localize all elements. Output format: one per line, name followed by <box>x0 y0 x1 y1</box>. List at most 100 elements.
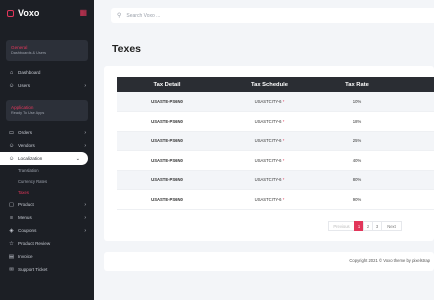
tax-detail-cell: USASTE-PS6N0 <box>117 92 217 112</box>
chevron-down-icon: ⌄ <box>75 155 80 162</box>
sidebar-item-localization[interactable]: ☺ Localization ⌄ <box>0 152 88 165</box>
section-application: Application Ready To Use Apps <box>6 100 88 121</box>
section-application-subtitle: Ready To Use Apps <box>11 111 45 115</box>
sidebar-item-product-review[interactable]: ☆ Product Review <box>0 237 94 250</box>
sidebar-item-label: Users <box>18 83 30 88</box>
tax-schedule-cell: USASTCITY-6 * <box>217 111 322 132</box>
tax-schedule-value: USASTCITY-6 <box>254 138 282 144</box>
vendor-icon: ☺ <box>8 142 15 149</box>
chevron-right-icon: › <box>84 129 86 136</box>
sidebar-item-users[interactable]: ☺ Users › <box>0 79 94 92</box>
required-mark: * <box>282 118 285 124</box>
sidebar-item-coupons[interactable]: ◈ Coupons › <box>0 224 94 237</box>
spacer-cell <box>392 131 434 151</box>
sidebar-item-label: Vendors <box>18 143 35 148</box>
required-mark: * <box>282 138 285 144</box>
tax-rate-cell: 10% <box>322 92 392 112</box>
sidebar-item-support-ticket[interactable]: ✉ Support Ticket <box>0 263 94 276</box>
spacer-cell <box>392 92 434 112</box>
brand-name: Voxo <box>18 8 40 18</box>
table-row[interactable]: USASTE-PS6N0 USASTCITY-6 * 40% <box>117 150 434 171</box>
chevron-right-icon: › <box>84 201 86 208</box>
sidebar-item-menus[interactable]: ≡ Menus › <box>0 211 94 224</box>
footer: Copyright 2021 © Voxo theme by pixelstra… <box>104 252 434 271</box>
taxes-card: Tax Detail Tax Schedule Tax Rate USASTE-… <box>104 66 434 241</box>
table-row[interactable]: USASTE-PS6N0 USASTCITY-6 * 25% <box>117 131 434 151</box>
tax-schedule-cell: USASTCITY-6 * <box>217 92 322 112</box>
table-row[interactable]: USASTE-PS6N0 USASTCITY-6 * 18% <box>117 111 434 132</box>
tax-detail-cell: USASTE-PS6N0 <box>117 170 217 190</box>
sidebar-subitem-taxes[interactable]: Taxes <box>0 187 94 198</box>
footer-copyright: Copyright 2021 © Voxo theme by pixelstra… <box>349 258 430 263</box>
section-general-subtitle: Dashboards & Users <box>11 51 47 55</box>
sidebar-item-label: Product Review <box>18 241 51 246</box>
column-header-tax-rate: Tax Rate <box>345 81 369 88</box>
tax-schedule-cell: USASTCITY-6 * <box>217 150 322 171</box>
sidebar-item-invoice[interactable]: ▤ Invoice <box>0 250 94 263</box>
invoice-icon: ▤ <box>8 253 15 260</box>
required-mark: * <box>282 157 285 163</box>
sidebar-item-vendors[interactable]: ☺ Vendors › <box>0 139 94 152</box>
chevron-right-icon: › <box>84 142 86 149</box>
clipboard-icon: ▭ <box>8 129 15 136</box>
tax-rate-cell: 40% <box>322 150 392 171</box>
tax-schedule-value: USASTCITY-6 <box>254 99 282 104</box>
tax-schedule-value: USASTCITY-6 <box>254 118 282 124</box>
table-row[interactable]: USASTE-PS6N0 USASTCITY-6 * 90% <box>117 189 434 210</box>
column-header-tax-detail: Tax Detail <box>153 81 181 88</box>
search-input[interactable] <box>126 12 327 19</box>
sidebar-item-label: Invoice <box>18 254 33 259</box>
tax-rate-cell: 90% <box>322 189 392 210</box>
tax-schedule-value: USASTCITY-6 <box>254 157 282 163</box>
sidebar-item-dashboard[interactable]: ⌂ Dashboard <box>0 66 94 79</box>
required-mark: * <box>282 99 285 104</box>
sidebar-item-label: Support Ticket <box>18 267 48 272</box>
sidebar: Voxo ▦ General Dashboards & Users ⌂ Dashb… <box>0 0 94 300</box>
sidebar-item-orders[interactable]: ▭ Orders › <box>0 126 94 139</box>
sidebar-item-label: Menus <box>18 215 32 220</box>
table-row[interactable]: USASTE-PS6N0 USASTCITY-6 * 10% <box>117 92 434 112</box>
section-general: General Dashboards & Users <box>6 40 88 61</box>
star-icon: ☆ <box>9 240 14 247</box>
sidebar-item-label: Dashboard <box>18 70 41 75</box>
tax-schedule-cell: USASTCITY-6 * <box>217 131 322 151</box>
tax-schedule-value: USASTCITY-6 <box>254 196 282 202</box>
pagination: Previous 1 2 3 Next <box>328 221 402 231</box>
spacer-cell <box>392 170 434 190</box>
sidebar-subitem-translation[interactable]: Translation <box>0 165 94 176</box>
tax-detail-cell: USASTE-PS6N0 <box>117 131 217 151</box>
search-bar[interactable]: ⚲ <box>111 8 434 23</box>
sidebar-item-label: Coupons <box>18 228 37 233</box>
spacer-cell <box>392 111 434 132</box>
required-mark: * <box>282 196 285 202</box>
tax-rate-cell: 80% <box>322 170 392 190</box>
square-logo-icon <box>7 9 14 17</box>
menu-icon: ≡ <box>9 214 14 221</box>
users-icon: ☺ <box>8 82 15 89</box>
chevron-right-icon: › <box>84 82 86 89</box>
grid-icon[interactable]: ▦ <box>79 9 87 17</box>
search-icon: ⚲ <box>117 13 122 19</box>
column-header-tax-schedule: Tax Schedule <box>251 81 288 88</box>
brand[interactable]: Voxo ▦ <box>0 0 94 26</box>
tax-schedule-cell: USASTCITY-6 * <box>217 189 322 210</box>
tax-schedule-value: USASTCITY-6 <box>254 177 282 183</box>
localization-icon: ☺ <box>8 155 15 162</box>
page-title: Texes <box>112 43 141 55</box>
tax-rate-cell: 18% <box>322 111 392 132</box>
coupon-icon: ◈ <box>9 227 14 234</box>
sidebar-item-product[interactable]: ▢ Product › <box>0 198 94 211</box>
table-header-row: Tax Detail Tax Schedule Tax Rate <box>117 77 434 92</box>
tax-detail-cell: USASTE-PS6N0 <box>117 150 217 171</box>
spacer-cell <box>392 189 434 210</box>
tax-detail-cell: USASTE-PS6N0 <box>117 111 217 132</box>
taxes-table: Tax Detail Tax Schedule Tax Rate USASTE-… <box>117 77 434 210</box>
ticket-icon: ✉ <box>9 266 14 273</box>
next-page-button[interactable]: Next <box>381 221 402 231</box>
box-icon: ▢ <box>8 201 15 208</box>
tax-detail-cell: USASTE-PS6N0 <box>117 189 217 210</box>
sidebar-subitem-currency-rates[interactable]: Currency Rates <box>0 176 94 187</box>
previous-page-button[interactable]: Previous <box>328 221 355 231</box>
sidebar-item-label: Product <box>18 202 34 207</box>
table-row[interactable]: USASTE-PS6N0 USASTCITY-6 * 80% <box>117 170 434 190</box>
